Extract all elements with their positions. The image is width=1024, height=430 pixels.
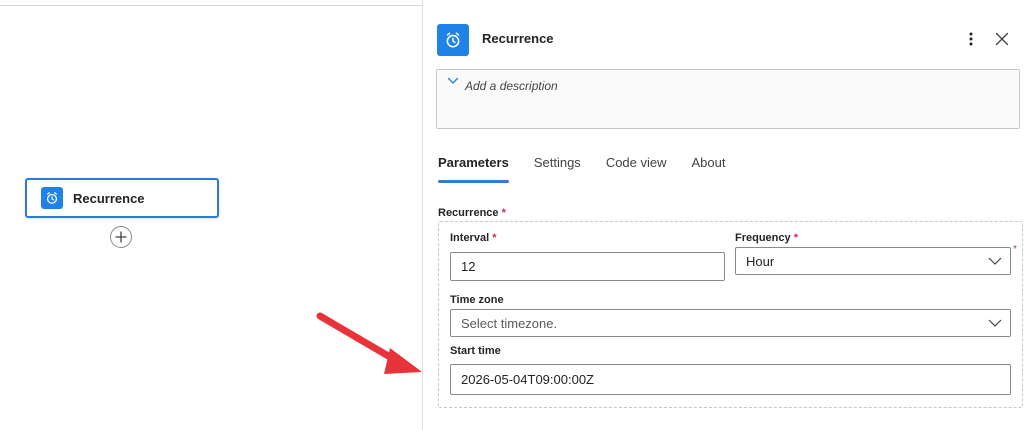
time-zone-dropdown[interactable]: Select timezone.	[450, 309, 1011, 337]
interval-label: Interval *	[450, 232, 496, 244]
chevron-down-icon	[988, 257, 1002, 265]
required-mark: *	[492, 232, 497, 244]
start-time-label: Start time	[450, 345, 501, 357]
recurrence-trigger-node[interactable]: Recurrence	[25, 178, 219, 218]
time-zone-label: Time zone	[450, 294, 504, 306]
required-mark: *	[1013, 244, 1017, 255]
description-placeholder: Add a description	[465, 79, 558, 93]
recurrence-section-label: Recurrence *	[438, 207, 506, 219]
section-label-text: Recurrence	[438, 207, 499, 219]
canvas-divider	[0, 5, 422, 6]
start-time-value: 2026-05-04T09:00:00Z	[461, 372, 594, 387]
description-field[interactable]: Add a description	[436, 69, 1020, 129]
alarm-clock-icon	[41, 187, 63, 209]
tab-settings[interactable]: Settings	[534, 154, 581, 184]
close-button[interactable]	[992, 29, 1012, 49]
frequency-value: Hour	[746, 253, 775, 269]
interval-value: 12	[461, 259, 476, 274]
tab-parameters[interactable]: Parameters	[438, 154, 509, 184]
time-zone-placeholder: Select timezone.	[461, 315, 558, 331]
panel-tabs: Parameters Settings Code view About	[438, 154, 751, 184]
tab-about[interactable]: About	[692, 154, 726, 184]
tab-code-view[interactable]: Code view	[606, 154, 667, 184]
more-options-button[interactable]	[963, 28, 979, 50]
frequency-dropdown[interactable]: Hour	[735, 247, 1011, 275]
frequency-label: Frequency *	[735, 232, 798, 244]
node-label: Recurrence	[73, 190, 145, 206]
more-vertical-icon	[969, 32, 973, 46]
required-mark: *	[501, 207, 506, 219]
action-details-panel: Recurrence Add a description Parameters …	[422, 0, 1024, 430]
chevron-down-icon	[988, 319, 1002, 327]
close-icon	[995, 32, 1009, 46]
interval-input[interactable]: 12	[450, 252, 725, 281]
panel-title[interactable]: Recurrence	[482, 31, 554, 46]
plus-icon	[115, 231, 127, 243]
interval-label-text: Interval	[450, 232, 490, 244]
add-step-button[interactable]	[110, 226, 132, 248]
start-time-input[interactable]: 2026-05-04T09:00:00Z	[450, 364, 1011, 395]
frequency-label-text: Frequency	[735, 232, 791, 244]
required-mark: *	[793, 232, 798, 244]
alarm-clock-icon	[437, 24, 469, 56]
recurrence-parameters-group: Interval * 12 Frequency * Hour Time zone…	[438, 221, 1023, 408]
chevron-down-icon[interactable]	[447, 76, 459, 86]
annotation-arrow	[316, 312, 422, 374]
designer-canvas: Recurrence	[0, 0, 422, 430]
